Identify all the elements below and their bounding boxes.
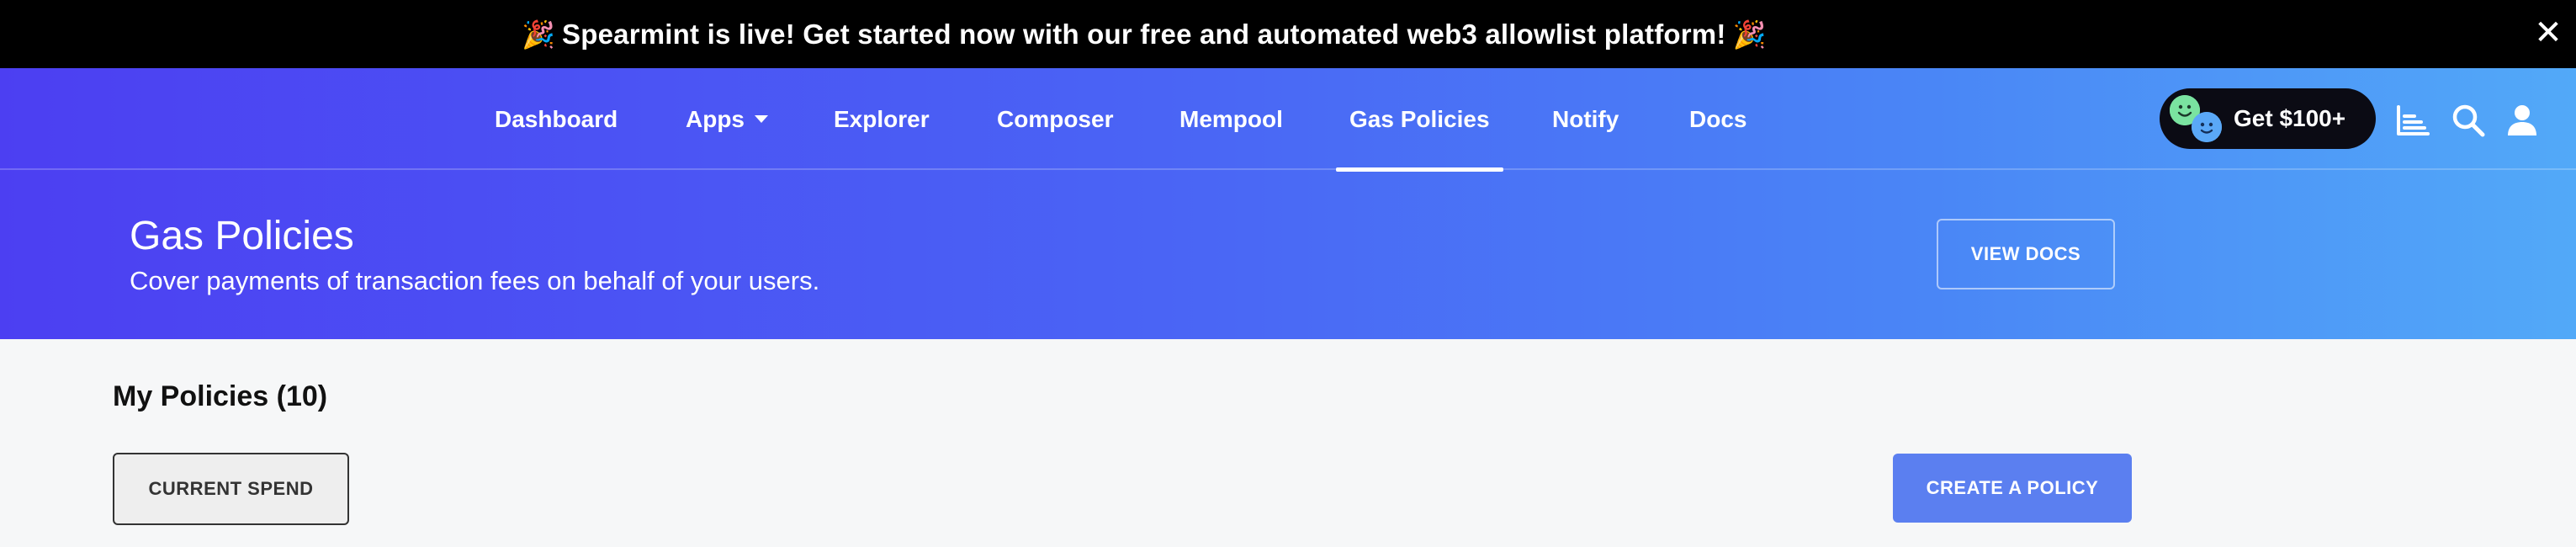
nav-item-label: Mempool: [1179, 105, 1283, 132]
nav-item-apps[interactable]: Apps: [686, 68, 768, 170]
view-docs-button[interactable]: VIEW DOCS: [1937, 219, 2115, 289]
chart-icon[interactable]: [2393, 100, 2433, 141]
nav-item-label: Gas Policies: [1349, 105, 1490, 132]
announcement-text-row: 🎉 Spearmint is live! Get started now wit…: [515, 0, 1773, 68]
current-spend-button[interactable]: CURRENT SPEND: [113, 453, 349, 525]
chevron-down-icon: [755, 115, 768, 123]
nav-item-dashboard[interactable]: Dashboard: [495, 68, 617, 170]
smiley-icon: [2192, 112, 2222, 142]
nav-item-docs[interactable]: Docs: [1689, 68, 1746, 170]
page-subtitle: Cover payments of transaction fees on be…: [130, 266, 820, 295]
page-title: Gas Policies: [130, 214, 354, 258]
search-icon[interactable]: [2448, 100, 2489, 141]
announcement-bar: 🎉 Spearmint is live! Get started now wit…: [0, 0, 2576, 68]
nav-item-gas-policies[interactable]: Gas Policies: [1336, 68, 1503, 172]
nav-item-label: Apps: [686, 105, 745, 132]
announcement-message[interactable]: Spearmint is live! Get started now with …: [562, 19, 1725, 50]
user-icon[interactable]: [2502, 100, 2542, 141]
nav-item-label: Composer: [997, 105, 1114, 132]
nav-item-label: Dashboard: [495, 105, 618, 132]
nav-item-explorer[interactable]: Explorer: [834, 68, 930, 170]
top-nav: Dashboard Apps Explorer Composer Mempool…: [0, 68, 2576, 172]
get-100-label: Get $100+: [2234, 105, 2346, 131]
party-icon: 🎉: [522, 19, 556, 50]
get-100-button[interactable]: Get $100+: [2160, 88, 2376, 149]
create-policy-button[interactable]: CREATE A POLICY: [1893, 454, 2132, 523]
nav-item-composer[interactable]: Composer: [997, 68, 1113, 170]
nav-item-label: Notify: [1552, 105, 1619, 132]
close-icon[interactable]: ✕: [2527, 12, 2569, 54]
nav-item-mempool[interactable]: Mempool: [1179, 68, 1283, 170]
party-icon: 🎉: [1732, 19, 1767, 50]
section-title: My Policies (10): [113, 380, 328, 412]
nav-item-notify[interactable]: Notify: [1552, 68, 1619, 170]
header: Dashboard Apps Explorer Composer Mempool…: [0, 68, 2576, 339]
nav-item-label: Docs: [1689, 105, 1747, 132]
nav-item-label: Explorer: [834, 105, 930, 132]
